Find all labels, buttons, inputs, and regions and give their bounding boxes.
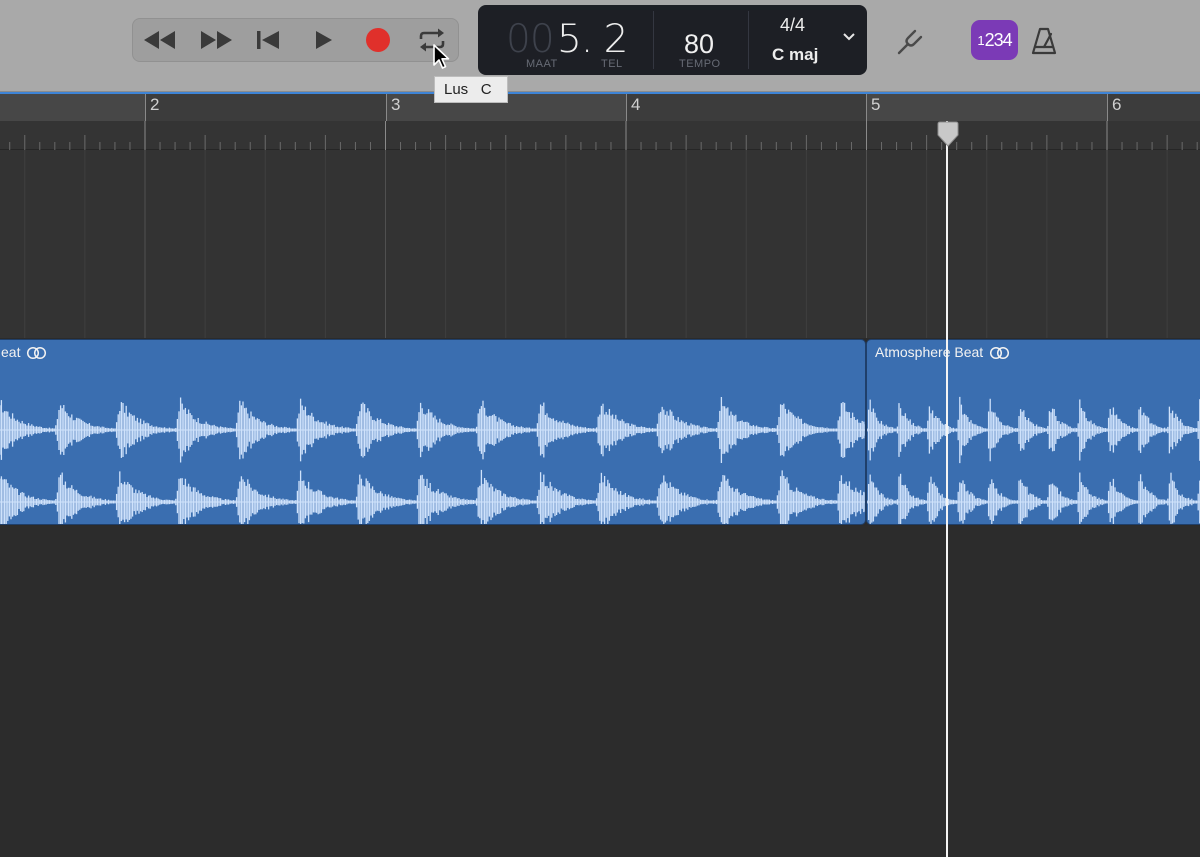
bar-caption: MAAT: [526, 58, 558, 70]
bar-number-2: 2: [145, 94, 159, 121]
audio-region[interactable]: eat: [0, 339, 866, 525]
rewind-button[interactable]: [133, 19, 187, 61]
go-to-beginning-icon: [257, 31, 279, 49]
tracks-area[interactable]: eat Atmosphere Beat: [0, 150, 1200, 857]
region-title: eat: [1, 344, 48, 360]
beat-caption: TEL: [601, 58, 623, 70]
cycle-tooltip: Lus C: [434, 76, 508, 103]
playhead-line[interactable]: [946, 121, 948, 857]
time-signature: 4/4: [780, 15, 806, 35]
count-in-digits: 234: [984, 29, 1013, 50]
lcd-display[interactable]: 00 5. 2 MAAT TEL 80 TEMPO 4/4 C maj: [478, 5, 867, 75]
play-button[interactable]: [297, 19, 351, 61]
tuner-button[interactable]: [890, 22, 930, 62]
record-button[interactable]: [351, 19, 405, 61]
tooltip-shortcut: C: [480, 81, 492, 98]
mouse-pointer-icon: [433, 44, 450, 69]
count-in-button[interactable]: 1 234: [971, 20, 1018, 60]
tempo-value: 80: [684, 29, 715, 59]
metronome-button[interactable]: [1028, 22, 1060, 60]
bar-ruler[interactable]: 2 3 4 5 6: [0, 94, 1200, 121]
playhead-handle[interactable]: [935, 121, 961, 147]
lcd-divider: [748, 11, 749, 69]
metronome-icon: [1031, 27, 1057, 55]
rewind-icon: [144, 31, 175, 49]
audio-waveform: [867, 396, 1200, 524]
playhead-position: 5. 2: [557, 17, 628, 62]
tempo-caption: TEMPO: [679, 58, 721, 70]
ruler-band: [0, 94, 145, 121]
chevron-down-icon[interactable]: [842, 32, 856, 42]
tuning-fork-icon: [897, 29, 923, 55]
control-bar: 00 5. 2 MAAT TEL 80 TEMPO 4/4 C maj 1 234: [0, 0, 1200, 92]
record-icon: [366, 28, 390, 52]
lcd-divider: [653, 11, 654, 69]
position-leading-zeros: 00: [506, 17, 555, 62]
ruler-band: [866, 94, 1107, 121]
count-in-small-digit: 1: [977, 32, 984, 48]
loop-link-icon: [27, 347, 47, 360]
fast-forward-button[interactable]: [189, 19, 243, 61]
beat-grid: [24, 150, 1168, 338]
bar-number-5: 5: [866, 94, 880, 121]
bar-number-3: 3: [386, 94, 400, 121]
tooltip-label: Lus: [444, 81, 469, 98]
fast-forward-icon: [201, 31, 232, 49]
audio-waveform: [0, 397, 865, 524]
bar-number-4: 4: [626, 94, 640, 121]
play-icon: [316, 31, 332, 49]
audio-region-atmosphere-beat[interactable]: Atmosphere Beat: [866, 339, 1200, 525]
region-title: Atmosphere Beat: [875, 344, 1011, 360]
ruler-ticks: [9, 121, 1198, 150]
go-to-beginning-button[interactable]: [241, 19, 295, 61]
region-name: Atmosphere Beat: [875, 344, 984, 360]
empty-track-area[interactable]: [0, 526, 1200, 857]
loop-link-icon: [990, 347, 1010, 360]
bar-number-6: 6: [1107, 94, 1121, 121]
key-signature: C maj: [772, 45, 819, 64]
beat-ruler[interactable]: [0, 121, 1200, 150]
region-name: eat: [1, 344, 21, 360]
transport-controls: [132, 18, 459, 62]
